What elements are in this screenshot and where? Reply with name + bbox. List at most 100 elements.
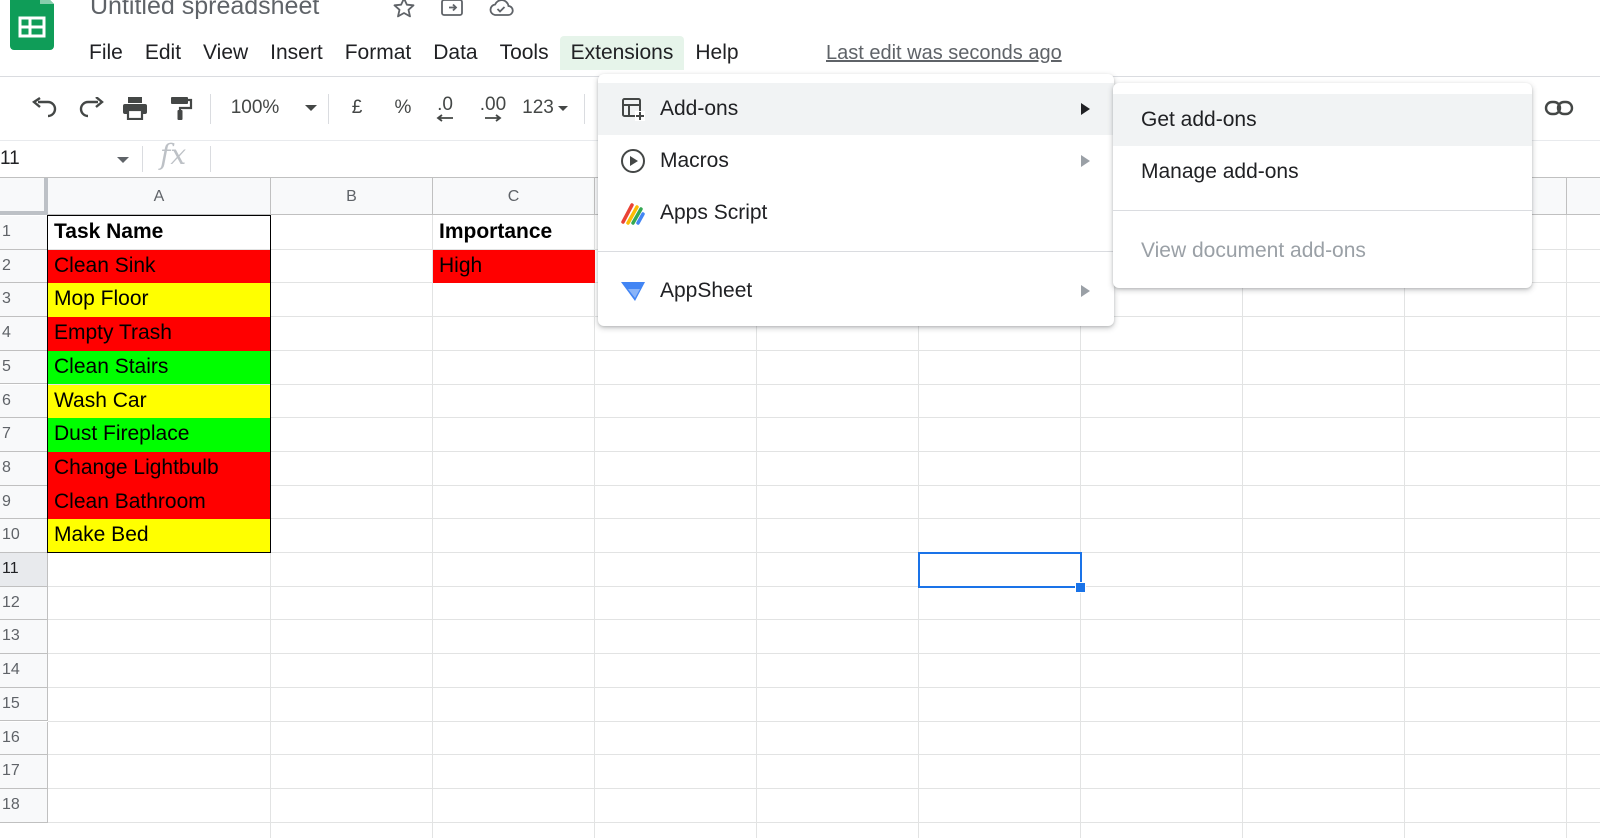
chevron-down-icon <box>305 105 318 111</box>
task-cell[interactable]: Make Bed <box>48 519 271 553</box>
chevron-down-icon <box>557 105 568 111</box>
submenu-arrow-icon <box>1081 285 1090 297</box>
menu-item-appsheet[interactable]: AppSheet <box>598 265 1114 317</box>
menu-divider <box>598 251 1114 252</box>
more-formats-button[interactable]: 123 <box>518 86 572 130</box>
menubar: File Edit View Insert Format Data Tools … <box>78 36 750 70</box>
row-header[interactable]: 4 <box>0 317 48 351</box>
apps-script-icon <box>620 200 646 226</box>
paint-format-icon[interactable] <box>164 86 198 130</box>
row-header[interactable]: 6 <box>0 384 48 419</box>
arrow-left-icon <box>436 113 453 122</box>
row-header[interactable]: 7 <box>0 418 48 452</box>
row-header[interactable]: 12 <box>0 586 48 621</box>
currency-format-button[interactable]: £ <box>342 86 372 130</box>
extensions-menu: Add-ons Macros Apps Script AppSheet <box>598 74 1114 326</box>
submenu-arrow-icon <box>1081 103 1090 115</box>
gridline <box>594 215 595 838</box>
gridline <box>1404 215 1405 838</box>
task-cell[interactable]: Clean Stairs <box>48 350 271 385</box>
cell-a1[interactable]: Task Name <box>48 216 271 249</box>
gridline <box>1566 215 1567 838</box>
row-header[interactable]: 5 <box>0 350 48 385</box>
cell-c1[interactable]: Importance <box>433 216 595 249</box>
menu-item-add-ons[interactable]: Add-ons <box>598 83 1114 135</box>
document-title[interactable]: Untitled spreadsheet <box>90 0 319 21</box>
fill-handle[interactable] <box>1075 581 1086 593</box>
importance-cell[interactable]: High <box>433 249 595 284</box>
gridline <box>432 215 433 838</box>
row-header[interactable]: 1 <box>0 216 48 250</box>
column-header-c[interactable]: C <box>433 178 595 215</box>
menu-extensions[interactable]: Extensions <box>559 36 685 70</box>
gridline <box>48 720 1600 722</box>
menu-item-label: Apps Script <box>660 201 768 224</box>
row-header[interactable]: 8 <box>0 451 48 486</box>
sheets-logo[interactable] <box>10 0 54 52</box>
percent-format-button[interactable]: % <box>388 86 418 130</box>
menu-item-apps-script[interactable]: Apps Script <box>598 187 1114 239</box>
row-header[interactable]: 16 <box>0 721 48 756</box>
select-all-corner[interactable] <box>0 178 48 215</box>
macros-play-icon <box>620 148 646 174</box>
menu-data[interactable]: Data <box>422 36 488 70</box>
submenu-item-view-document-add-ons: View document add-ons <box>1141 239 1366 262</box>
row-header[interactable]: 18 <box>0 788 48 823</box>
column-header-a[interactable]: A <box>48 178 271 215</box>
task-cell[interactable]: Clean Sink <box>48 249 271 284</box>
menu-format[interactable]: Format <box>334 36 423 70</box>
task-cell[interactable]: Clean Bathroom <box>48 485 271 520</box>
more-formats-label: 123 <box>522 97 554 118</box>
row-header[interactable]: 17 <box>0 755 48 789</box>
task-cell[interactable]: Mop Floor <box>48 283 271 318</box>
menu-item-macros[interactable]: Macros <box>598 135 1114 187</box>
menu-item-label: Macros <box>660 149 729 172</box>
formula-separator <box>210 146 211 172</box>
menu-edit[interactable]: Edit <box>134 36 192 70</box>
gridline <box>48 518 1600 520</box>
column-header[interactable] <box>1567 178 1600 215</box>
menu-help[interactable]: Help <box>684 36 749 70</box>
menu-view[interactable]: View <box>192 36 259 70</box>
menu-insert[interactable]: Insert <box>259 36 334 70</box>
appsheet-icon <box>620 278 646 304</box>
row-header[interactable]: 15 <box>0 687 48 722</box>
gridline <box>48 383 1600 385</box>
chevron-down-icon[interactable] <box>117 157 129 163</box>
row-header[interactable]: 3 <box>0 283 48 318</box>
gridline <box>48 484 1600 486</box>
row-header[interactable]: 2 <box>0 249 48 284</box>
submenu-item-get-add-ons[interactable]: Get add-ons <box>1113 94 1532 146</box>
task-cell[interactable]: Wash Car <box>48 384 271 419</box>
task-cell[interactable]: Empty Trash <box>48 317 271 351</box>
gridline <box>48 585 1600 587</box>
link-icon[interactable] <box>1542 86 1576 130</box>
move-to-folder-icon[interactable] <box>440 0 464 20</box>
column-header-b[interactable]: B <box>271 178 433 215</box>
menu-tools[interactable]: Tools <box>489 36 560 70</box>
decrease-decimals-button[interactable]: .0 <box>428 86 462 130</box>
menu-file[interactable]: File <box>78 36 134 70</box>
row-header[interactable]: 9 <box>0 485 48 520</box>
star-icon[interactable] <box>392 0 416 20</box>
redo-icon[interactable] <box>74 86 108 130</box>
submenu-item-manage-add-ons[interactable]: Manage add-ons <box>1113 146 1532 198</box>
add-ons-submenu: Get add-ons Manage add-ons View document… <box>1113 83 1532 288</box>
add-ons-icon <box>620 96 646 122</box>
submenu-arrow-icon <box>1081 155 1090 167</box>
active-cell-selection[interactable] <box>918 552 1082 588</box>
row-header[interactable]: 13 <box>0 620 48 655</box>
row-header[interactable]: 10 <box>0 519 48 553</box>
toolbar-separator <box>210 94 211 124</box>
last-edit-link[interactable]: Last edit was seconds ago <box>826 36 1062 70</box>
name-box[interactable]: 11 <box>0 144 130 174</box>
print-icon[interactable] <box>118 86 152 130</box>
row-header[interactable]: 11 <box>0 553 48 587</box>
undo-icon[interactable] <box>28 86 62 130</box>
cloud-saved-icon[interactable] <box>488 0 514 20</box>
increase-decimals-button[interactable]: .00 <box>474 86 512 130</box>
row-header[interactable]: 14 <box>0 654 48 688</box>
task-cell[interactable]: Change Lightbulb <box>48 451 271 486</box>
zoom-select[interactable]: 100% <box>224 86 324 130</box>
task-cell[interactable]: Dust Fireplace <box>48 418 271 452</box>
